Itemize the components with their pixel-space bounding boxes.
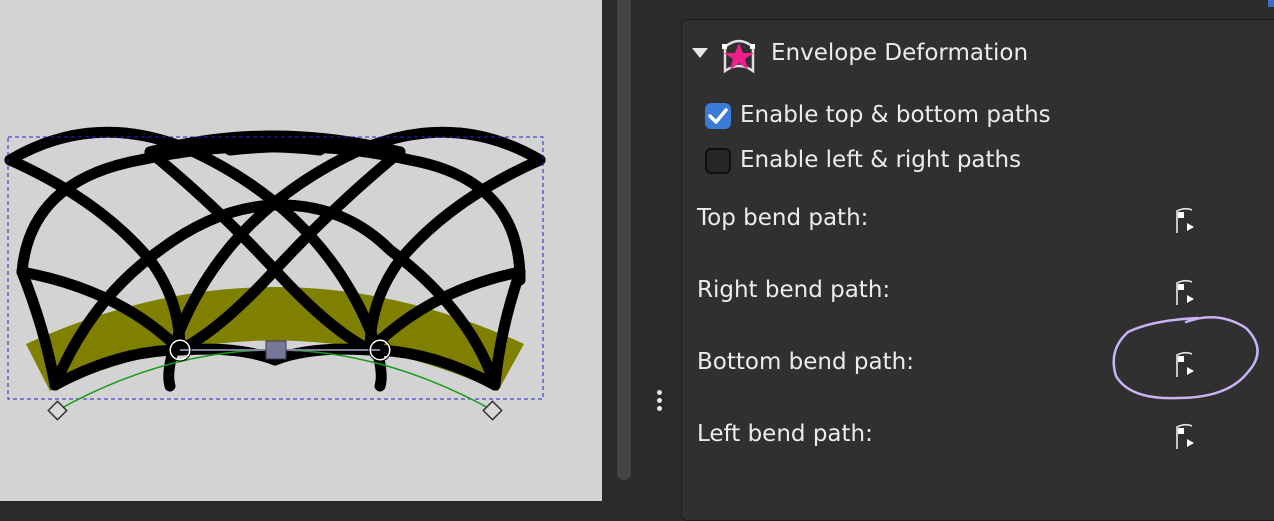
enable-left-right-label[interactable]: Enable left & right paths (740, 147, 1021, 173)
enable-left-right-checkbox[interactable] (705, 148, 731, 174)
checkmark-icon (708, 108, 728, 124)
end-node (47, 400, 68, 421)
enable-top-bottom-checkbox[interactable] (705, 103, 731, 129)
end-node (482, 400, 503, 421)
panel-top-marker (1268, 0, 1274, 7)
effect-title: Envelope Deformation (771, 40, 1029, 66)
edit-on-canvas-icon[interactable] (1172, 277, 1202, 307)
canvas-scrollbar[interactable] (617, 0, 631, 480)
envelope-deformation-icon (719, 33, 759, 79)
drawing-canvas[interactable] (0, 0, 602, 501)
right-bend-path-label: Right bend path: (697, 277, 891, 303)
top-bend-path-label: Top bend path: (697, 205, 869, 231)
collapse-arrow-icon[interactable] (692, 48, 708, 58)
edit-on-canvas-icon[interactable] (1172, 205, 1202, 235)
edit-on-canvas-icon[interactable] (1172, 421, 1202, 451)
bottom-bend-path-label: Bottom bend path: (697, 349, 914, 375)
enable-top-bottom-label[interactable]: Enable top & bottom paths (740, 102, 1051, 128)
left-bend-path-label: Left bend path: (697, 421, 873, 447)
panel-drag-handle[interactable] (654, 390, 664, 416)
center-node (265, 340, 287, 360)
highlight-annotation (1108, 310, 1268, 409)
